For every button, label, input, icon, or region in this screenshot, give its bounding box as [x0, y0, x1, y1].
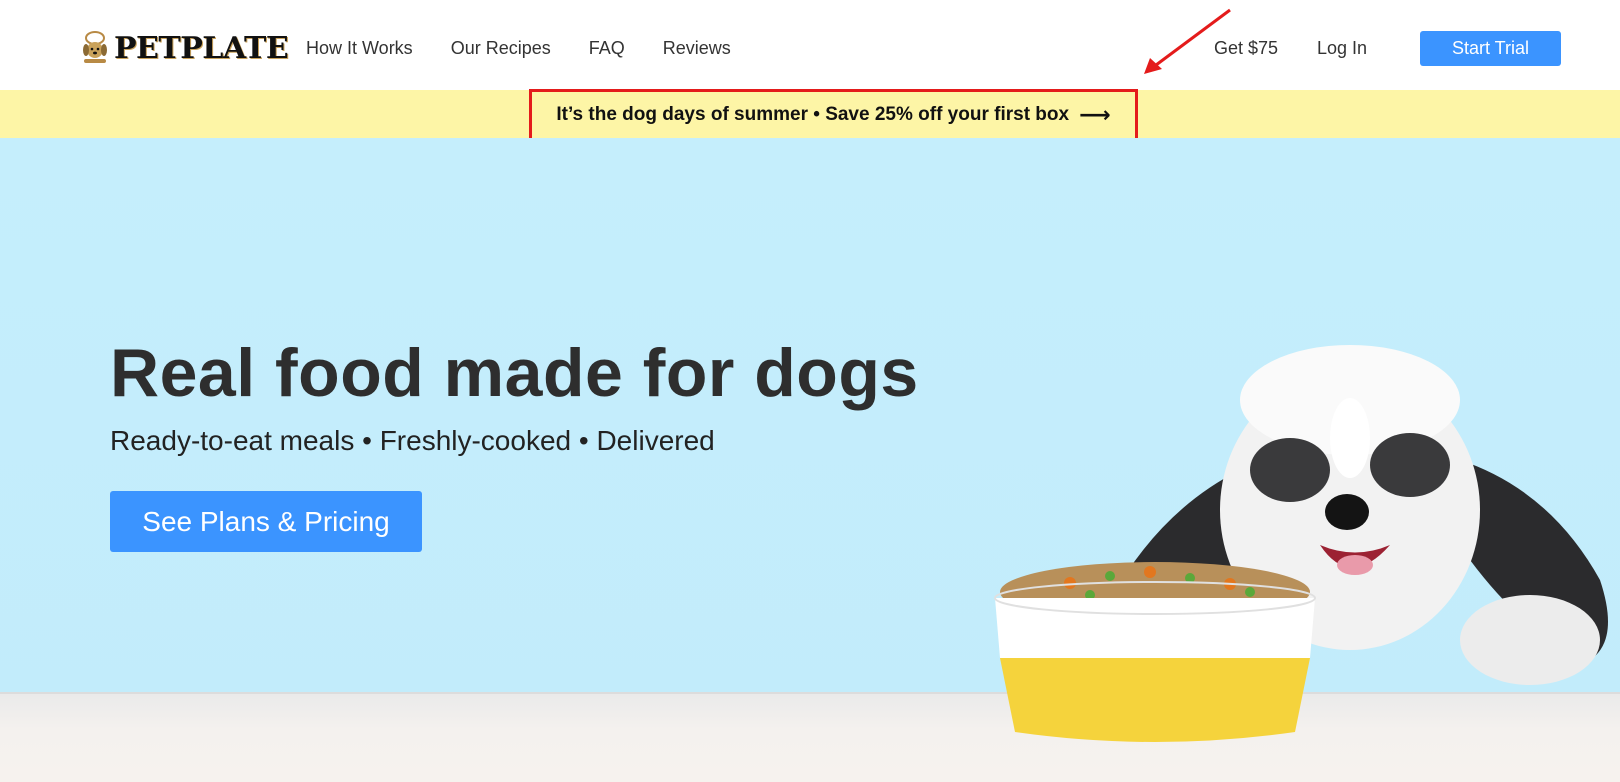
chef-dog-icon — [83, 31, 107, 63]
nav-how-it-works[interactable]: How It Works — [306, 38, 413, 59]
login-link[interactable]: Log In — [1317, 38, 1367, 59]
nav-reviews[interactable]: Reviews — [663, 38, 731, 59]
hero-subheadline: Ready-to-eat meals • Freshly-cooked • De… — [110, 425, 715, 456]
see-plans-button[interactable]: See Plans & Pricing — [110, 491, 422, 552]
promo-text: It’s the dog days of summer • Save 25% o… — [556, 104, 1070, 125]
logo[interactable]: PETPLATE — [80, 30, 289, 66]
start-trial-button[interactable]: Start Trial — [1420, 31, 1561, 66]
logo-wordmark: PETPLATE — [114, 30, 289, 66]
main-nav: How It Works Our Recipes FAQ Reviews — [306, 38, 731, 59]
promo-link[interactable]: It’s the dog days of summer • Save 25% o… — [529, 89, 1138, 141]
annotation-arrow-icon — [1144, 8, 1231, 74]
hero-headline: Real food made for dogs — [110, 335, 919, 411]
arrow-right-icon: ⟶ — [1079, 102, 1111, 127]
dog-with-food-bowl-image — [994, 345, 1608, 742]
site-header: PETPLATE How It Works Our Recipes FAQ Re… — [0, 0, 1620, 90]
nav-our-recipes[interactable]: Our Recipes — [451, 38, 551, 59]
nav-faq[interactable]: FAQ — [589, 38, 625, 59]
